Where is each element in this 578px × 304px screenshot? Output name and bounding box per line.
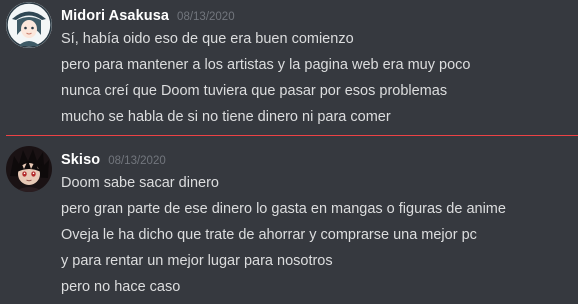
message-text: Sí, había oido eso de que era buen comie…: [61, 31, 354, 47]
message-group: Midori Asakusa 08/13/2020 Sí, había oido…: [0, 0, 578, 136]
midori-avatar-icon: [6, 2, 52, 48]
message-text: Doom sabe sacar dinero: [61, 175, 219, 191]
message-group: Skiso 08/13/2020 Doom sabe sacar dinero …: [0, 141, 578, 304]
midori-avatar[interactable]: [6, 2, 52, 48]
message-text: mucho se habla de si no tiene dinero ni …: [61, 109, 391, 125]
timestamp: 08/13/2020: [177, 11, 235, 23]
chat-messages: Midori Asakusa 08/13/2020 Sí, había oido…: [0, 0, 578, 304]
message-header: Skiso 08/13/2020: [61, 152, 166, 172]
message-text: nunca creí que Doom tuviera que pasar po…: [61, 83, 448, 99]
username[interactable]: Midori Asakusa: [61, 8, 169, 24]
message-text: y para rentar un mejor lugar para nosotr…: [61, 253, 333, 269]
skiso-avatar[interactable]: [6, 146, 52, 192]
new-messages-divider: [6, 135, 578, 136]
message-text: pero no hace caso: [61, 279, 181, 295]
username[interactable]: Skiso: [61, 152, 100, 168]
message-text: pero para mantener a los artistas y la p…: [61, 57, 471, 73]
message-text: Oveja le ha dicho que trate de ahorrar y…: [61, 227, 477, 243]
timestamp: 08/13/2020: [108, 155, 166, 167]
skiso-avatar-icon: [6, 146, 52, 192]
message-header: Midori Asakusa 08/13/2020: [61, 8, 235, 28]
message-text: pero gran parte de ese dinero lo gasta e…: [61, 201, 506, 217]
